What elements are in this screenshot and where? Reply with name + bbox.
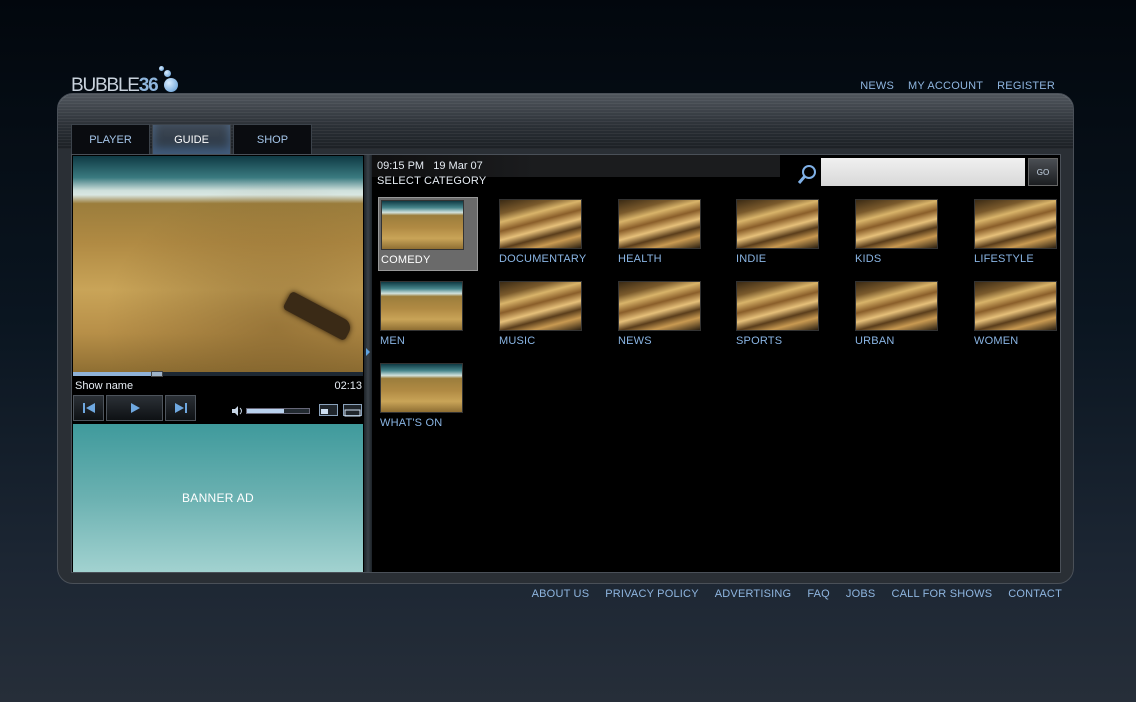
category-item[interactable]: MUSIC — [497, 279, 597, 353]
category-thumbnail — [499, 199, 582, 249]
category-thumbnail — [974, 281, 1057, 331]
tab-bar: PLAYER GUIDE SHOP — [71, 124, 312, 154]
show-name: Show name — [75, 380, 134, 392]
logo-bubble-large — [164, 78, 178, 92]
top-nav-my-account[interactable]: MY ACCOUNT — [908, 80, 983, 92]
bubble360-logo[interactable]: BUBBLE36 — [71, 64, 191, 96]
footer-nav: ABOUT US PRIVACY POLICY ADVERTISING FAQ … — [532, 588, 1062, 600]
category-label: LIFESTYLE — [974, 253, 1034, 265]
category-item[interactable]: MEN — [378, 279, 478, 353]
category-thumbnail — [380, 281, 463, 331]
expand-arrow-icon[interactable] — [366, 348, 370, 356]
footer-advertising[interactable]: ADVERTISING — [715, 588, 792, 600]
tab-shop[interactable]: SHOP — [233, 124, 312, 154]
date-bar: 09:15 PM 19 Mar 07 — [372, 155, 780, 177]
footer-about-us[interactable]: ABOUT US — [532, 588, 590, 600]
footer-privacy-policy[interactable]: PRIVACY POLICY — [605, 588, 698, 600]
category-label: COMEDY — [381, 254, 431, 266]
category-label: NEWS — [618, 335, 652, 347]
category-label: MEN — [380, 335, 406, 347]
tab-player[interactable]: PLAYER — [71, 124, 150, 154]
select-category-label: SELECT CATEGORY — [377, 175, 487, 187]
footer-faq[interactable]: FAQ — [807, 588, 830, 600]
skip-forward-icon — [174, 403, 187, 413]
volume-level — [247, 409, 285, 413]
search-input[interactable] — [821, 158, 1025, 186]
play-icon — [130, 403, 140, 413]
previous-button[interactable] — [73, 395, 104, 421]
seek-bar-progress — [73, 372, 158, 376]
panel-divider[interactable] — [364, 155, 372, 572]
video-frame-image — [73, 156, 363, 372]
volume-icon[interactable] — [232, 406, 244, 416]
category-thumbnail — [618, 199, 701, 249]
category-item[interactable]: WOMEN — [972, 279, 1072, 353]
full-screen-icon — [344, 409, 361, 417]
footer-jobs[interactable]: JOBS — [846, 588, 876, 600]
category-label: HEALTH — [618, 253, 662, 265]
full-screen-button[interactable] — [343, 404, 362, 417]
category-label: WOMEN — [974, 335, 1019, 347]
guide-panel: 09:15 PM 19 Mar 07 SELECT CATEGORY GO CO… — [372, 155, 1060, 572]
category-thumbnail — [618, 281, 701, 331]
category-item[interactable]: KIDS — [853, 197, 953, 271]
small-screen-icon — [321, 409, 328, 414]
category-item[interactable]: NEWS — [616, 279, 716, 353]
video-screen[interactable] — [73, 156, 363, 372]
current-datetime: 09:15 PM 19 Mar 07 — [377, 160, 483, 172]
content-panel: Show name 02:13 BANNER AD 09:15 PM 19 Ma… — [71, 154, 1061, 573]
category-thumbnail — [855, 199, 938, 249]
top-nav-register[interactable]: REGISTER — [997, 80, 1055, 92]
seek-handle[interactable] — [151, 371, 164, 377]
category-item[interactable]: URBAN — [853, 279, 953, 353]
tab-guide[interactable]: GUIDE — [152, 124, 231, 154]
footer-call-for-shows[interactable]: CALL FOR SHOWS — [891, 588, 992, 600]
category-thumbnail — [974, 199, 1057, 249]
category-thumbnail — [380, 363, 463, 413]
category-thumbnail — [736, 199, 819, 249]
category-item[interactable]: HEALTH — [616, 197, 716, 271]
main-frame: PLAYER GUIDE SHOP Show name 02:13 BANNER… — [57, 93, 1074, 584]
play-button[interactable] — [106, 395, 163, 421]
category-item[interactable]: INDIE — [734, 197, 834, 271]
footer-contact[interactable]: CONTACT — [1008, 588, 1062, 600]
volume-slider[interactable] — [246, 408, 310, 414]
seek-bar[interactable] — [73, 371, 363, 377]
category-label: MUSIC — [499, 335, 536, 347]
banner-ad[interactable]: BANNER AD — [73, 424, 363, 572]
top-nav-news[interactable]: NEWS — [860, 80, 894, 92]
category-label: SPORTS — [736, 335, 783, 347]
top-nav: NEWS MY ACCOUNT REGISTER — [860, 80, 1055, 92]
category-thumbnail — [855, 281, 938, 331]
playback-time: 02:13 — [334, 380, 362, 392]
logo-bubble-medium — [164, 70, 171, 77]
small-screen-button[interactable] — [319, 404, 338, 416]
search-go-button[interactable]: GO — [1028, 158, 1058, 186]
category-label: WHAT'S ON — [380, 417, 443, 429]
category-label: URBAN — [855, 335, 895, 347]
category-label: KIDS — [855, 253, 882, 265]
search-icon — [797, 165, 816, 184]
category-item[interactable]: COMEDY — [378, 197, 478, 271]
logo-bubble-small — [159, 66, 164, 71]
category-label: DOCUMENTARY — [499, 253, 587, 265]
category-thumbnail — [381, 200, 464, 250]
category-item[interactable]: SPORTS — [734, 279, 834, 353]
category-item[interactable]: LIFESTYLE — [972, 197, 1072, 271]
category-thumbnail — [736, 281, 819, 331]
player-panel: Show name 02:13 BANNER AD — [72, 155, 364, 572]
skip-back-icon — [82, 403, 95, 413]
next-button[interactable] — [165, 395, 196, 421]
category-thumbnail — [499, 281, 582, 331]
category-item[interactable]: DOCUMENTARY — [497, 197, 597, 271]
category-item[interactable]: WHAT'S ON — [378, 361, 478, 435]
category-label: INDIE — [736, 253, 767, 265]
